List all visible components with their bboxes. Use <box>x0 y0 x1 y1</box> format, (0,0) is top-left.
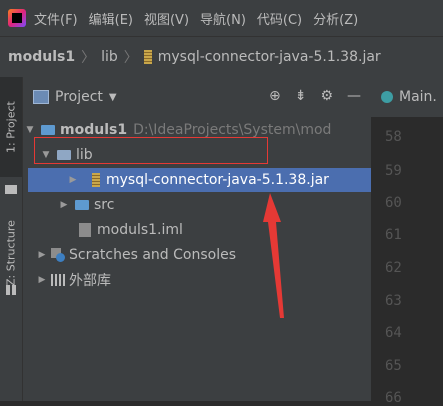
breadcrumb-separator-icon: 〉 <box>81 50 96 66</box>
menu-analyze[interactable]: 分析(Z) <box>313 9 358 28</box>
line-number: 62 <box>385 260 402 276</box>
breadcrumb-file[interactable]: mysql-connector-java-5.1.38.jar <box>158 49 381 65</box>
library-icon <box>51 274 65 286</box>
tab-project[interactable]: 1: Project <box>0 77 22 177</box>
hide-icon[interactable]: — <box>347 88 361 104</box>
tree-item-label: mysql-connector-java-5.1.38.jar <box>106 172 329 188</box>
annotation-highlight-box <box>34 137 268 164</box>
collapse-icon[interactable]: ⇟ <box>295 88 307 104</box>
tree-item-src[interactable]: ▶ src <box>59 193 115 217</box>
scratches-icon <box>51 248 65 262</box>
menu-file[interactable]: 文件(F) <box>34 9 78 28</box>
collapsed-arrow-icon[interactable]: ▶ <box>37 275 47 285</box>
breadcrumb-separator-icon: 〉 <box>123 50 138 66</box>
tree-item-label: src <box>94 197 115 213</box>
tab-project-label: 1: Project <box>4 101 18 153</box>
line-number: 66 <box>385 390 402 406</box>
line-number: 61 <box>385 227 402 243</box>
chevron-down-icon[interactable]: ▼ <box>109 92 117 103</box>
line-number: 64 <box>385 325 402 341</box>
collapsed-arrow-icon[interactable]: ▶ <box>68 175 78 185</box>
source-folder-icon <box>75 200 89 210</box>
line-number: 63 <box>385 293 402 309</box>
tree-item-jar[interactable]: ▶ mysql-connector-java-5.1.38.jar <box>28 168 371 192</box>
navigation-bar: moduls1 〉 lib 〉 mysql-connector-java-5.1… <box>0 36 443 78</box>
panel-toolbar: ⊕ ⇟ ⚙ — <box>269 88 361 104</box>
panel-header: Project ▼ ⊕ ⇟ ⚙ — <box>23 77 371 117</box>
menu-view[interactable]: 视图(V) <box>144 9 189 28</box>
locate-icon[interactable]: ⊕ <box>269 88 281 104</box>
line-number: 58 <box>385 129 402 145</box>
line-number: 65 <box>385 358 402 374</box>
tool-window-stripe: 1: Project Z: Structure <box>0 77 23 401</box>
tree-item-scratches[interactable]: ▶ Scratches and Consoles <box>23 243 236 267</box>
jar-icon <box>92 173 100 187</box>
tree-item-path: D:\IdeaProjects\System\mod <box>133 122 332 138</box>
editor-tab-label: Main. <box>399 89 437 105</box>
breadcrumb-folder[interactable]: lib <box>101 49 118 65</box>
panel-title[interactable]: Project <box>55 89 103 105</box>
menu-navigate[interactable]: 导航(N) <box>200 9 246 28</box>
breadcrumb-project[interactable]: moduls1 <box>8 49 75 65</box>
tree-item-label: moduls1.iml <box>97 222 183 238</box>
line-number: 60 <box>385 195 402 211</box>
collapsed-arrow-icon[interactable]: ▶ <box>59 200 69 210</box>
structure-icon <box>6 285 16 295</box>
class-icon <box>381 91 393 103</box>
tree-item-iml[interactable]: moduls1.iml <box>73 218 183 242</box>
menu-edit[interactable]: 编辑(E) <box>89 9 133 28</box>
module-folder-icon <box>41 125 55 135</box>
module-file-icon <box>79 223 91 237</box>
tree-item-label: Scratches and Consoles <box>69 247 236 263</box>
jar-icon <box>143 50 152 64</box>
tab-structure-label: Z: Structure <box>4 220 18 286</box>
collapsed-arrow-icon[interactable]: ▶ <box>37 250 47 260</box>
intellij-logo-icon <box>8 9 26 27</box>
folder-icon <box>5 185 17 194</box>
tree-item-label: moduls1 <box>60 122 128 138</box>
line-number: 59 <box>385 163 402 179</box>
editor-area: Main. 58 59 60 61 62 63 64 65 66 <box>371 77 443 406</box>
project-view-icon <box>33 90 49 104</box>
tree-item-external-libraries[interactable]: ▶ 外部库 <box>23 268 111 292</box>
editor-tab[interactable]: Main. <box>371 77 443 117</box>
tree-item-label: 外部库 <box>69 273 111 289</box>
gear-icon[interactable]: ⚙ <box>320 88 333 104</box>
menu-code[interactable]: 代码(C) <box>257 9 302 28</box>
expand-arrow-icon[interactable]: ▼ <box>25 125 35 135</box>
project-panel: Project ▼ ⊕ ⇟ ⚙ — ▼ moduls1 D:\IdeaProje… <box>23 77 371 401</box>
menu-bar: 文件(F) 编辑(E) 视图(V) 导航(N) 代码(C) 分析(Z) <box>0 0 443 36</box>
